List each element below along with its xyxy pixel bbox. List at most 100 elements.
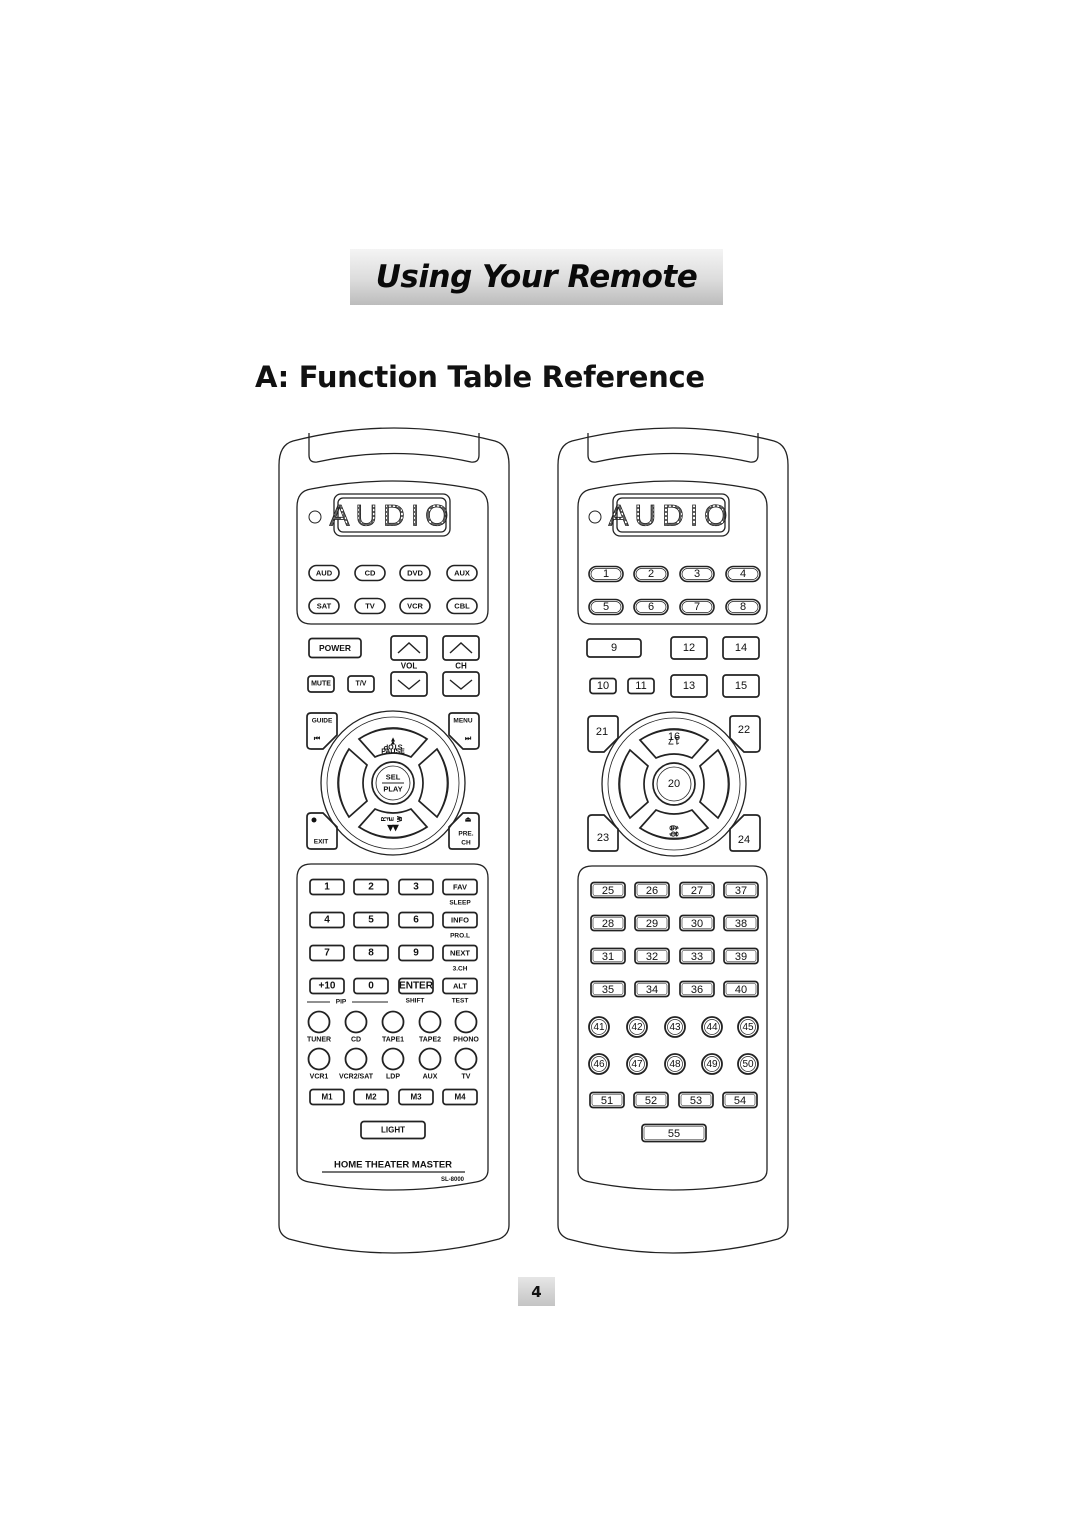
model-label: SL-8000 — [441, 1177, 465, 1183]
button-label: INFO — [451, 916, 469, 925]
test-label: TEST — [452, 998, 469, 1005]
button-label: 47 — [631, 1059, 643, 1070]
button-label: 39 — [735, 951, 747, 963]
button-label: AUX — [454, 569, 470, 578]
button-label: 26 — [646, 885, 658, 897]
right-remote: AUDIO1 2 3 45 6 7 89 12 1410 11 13 1521 2223 24161817… — [557, 427, 789, 1254]
rew-label-letter: R — [381, 816, 388, 821]
button-label: 2 — [368, 882, 374, 893]
lcd-text: AUDIO — [608, 500, 733, 533]
sublabel-prol: PRO.L — [450, 933, 470, 940]
button-label: 40 — [735, 984, 747, 996]
ch-label: CH — [461, 840, 471, 847]
button-label: 37 — [735, 885, 747, 897]
button-label: 14 — [735, 642, 747, 654]
button-label: 5 — [368, 915, 374, 926]
button-label: POWER — [319, 643, 351, 653]
button-label: 48 — [669, 1059, 681, 1070]
button-label: 38 — [735, 918, 747, 930]
button-label: 25 — [602, 885, 614, 897]
button-label: 19 — [668, 825, 680, 837]
button-label: CD — [365, 569, 376, 578]
left-remote: AUDIO AUD CD DVD AUX SAT TV VCR CBL POWER VOL CH MUT… — [278, 427, 510, 1254]
button-label: 5 — [603, 601, 609, 613]
button-label: 33 — [691, 951, 703, 963]
round-button-label: TAPE2 — [419, 1037, 441, 1044]
rew-label-letter: E — [389, 816, 396, 821]
button-label: 55 — [668, 1128, 680, 1140]
button-label: 41 — [593, 1022, 605, 1033]
button-label: 1 — [603, 568, 609, 580]
button-label: CBL — [454, 602, 470, 611]
button-label: 50 — [742, 1059, 754, 1070]
sel-label: SEL — [386, 773, 401, 782]
stop-arrow-icon: ▼ — [390, 736, 397, 743]
button-label: 29 — [646, 918, 658, 930]
button-label: 4 — [740, 568, 746, 580]
button-label: 7 — [694, 601, 700, 613]
button-label: 45 — [742, 1022, 754, 1033]
ch-label: CH — [455, 662, 467, 671]
button-label: 11 — [635, 680, 646, 692]
button-label: 0 — [368, 981, 374, 992]
button-label: 54 — [734, 1095, 746, 1107]
button-label: 6 — [648, 601, 654, 613]
button-label: T/V — [356, 681, 367, 688]
button-label: 10 — [597, 680, 609, 692]
button-label: MUTE — [311, 681, 331, 688]
button-label: FAV — [453, 883, 467, 892]
button-label: 44 — [706, 1022, 718, 1033]
sublabel-3ch: 3.CH — [453, 966, 468, 973]
round-button-label: TV — [462, 1074, 471, 1081]
round-button-label: AUX — [423, 1074, 438, 1081]
button-label: 22 — [738, 724, 750, 736]
button-label: 13 — [683, 680, 695, 692]
round-button-label: PHONO — [453, 1037, 479, 1044]
round-button-label: CD — [351, 1037, 361, 1044]
button-label: 2 — [648, 568, 654, 580]
button-label: M2 — [365, 1093, 377, 1102]
button-label: 12 — [683, 642, 695, 654]
key-enter[interactable]: ENTER — [398, 977, 434, 995]
button-label: 27 — [691, 885, 703, 897]
round-button-label: VCR1 — [310, 1074, 329, 1081]
page-number: 4 — [518, 1277, 555, 1306]
button-label: AUD — [316, 569, 333, 578]
button-label: NEXT — [450, 949, 470, 958]
round-button-label: TUNER — [307, 1037, 331, 1044]
button-label: 53 — [690, 1095, 702, 1107]
button-label: DVD — [407, 569, 423, 578]
button-label: 43 — [669, 1022, 681, 1033]
button-label: ALT — [453, 982, 467, 991]
button-label: 7 — [324, 948, 330, 959]
button-label: ENTER — [399, 981, 434, 992]
button-label: 46 — [593, 1059, 605, 1070]
vol-label: VOL — [401, 662, 418, 671]
button-label: 34 — [646, 984, 658, 996]
button-label: 36 — [691, 984, 703, 996]
button-label: 49 — [706, 1059, 718, 1070]
button-label: 8 — [368, 948, 374, 959]
button-label: 42 — [631, 1022, 643, 1033]
pre-label: PRE. — [458, 831, 473, 838]
record-dot-icon — [311, 817, 317, 823]
button-label: 35 — [602, 984, 614, 996]
button-label: 24 — [738, 834, 750, 846]
button-label: 17 — [668, 734, 680, 746]
exit-label: EXIT — [314, 839, 328, 846]
button-label: 8 — [740, 601, 746, 613]
skip-forward-icon: ⏭ — [465, 736, 472, 743]
lcd-text: AUDIO — [329, 500, 454, 533]
skip-back-icon: ⏮ — [314, 736, 321, 743]
button-label: M4 — [454, 1093, 466, 1102]
menu-label: MENU — [453, 718, 472, 725]
round-button-label: VCR2/SAT — [339, 1074, 374, 1081]
button-label: 31 — [602, 951, 614, 963]
round-button-label: TAPE1 — [382, 1037, 404, 1044]
eject-icon: ⏏ — [465, 817, 472, 824]
button-label: 32 — [646, 951, 658, 963]
shift-label: SHIFT — [406, 998, 425, 1005]
button-label: M3 — [410, 1093, 422, 1102]
button-label: LIGHT — [381, 1126, 405, 1135]
button-label: 9 — [413, 948, 419, 959]
